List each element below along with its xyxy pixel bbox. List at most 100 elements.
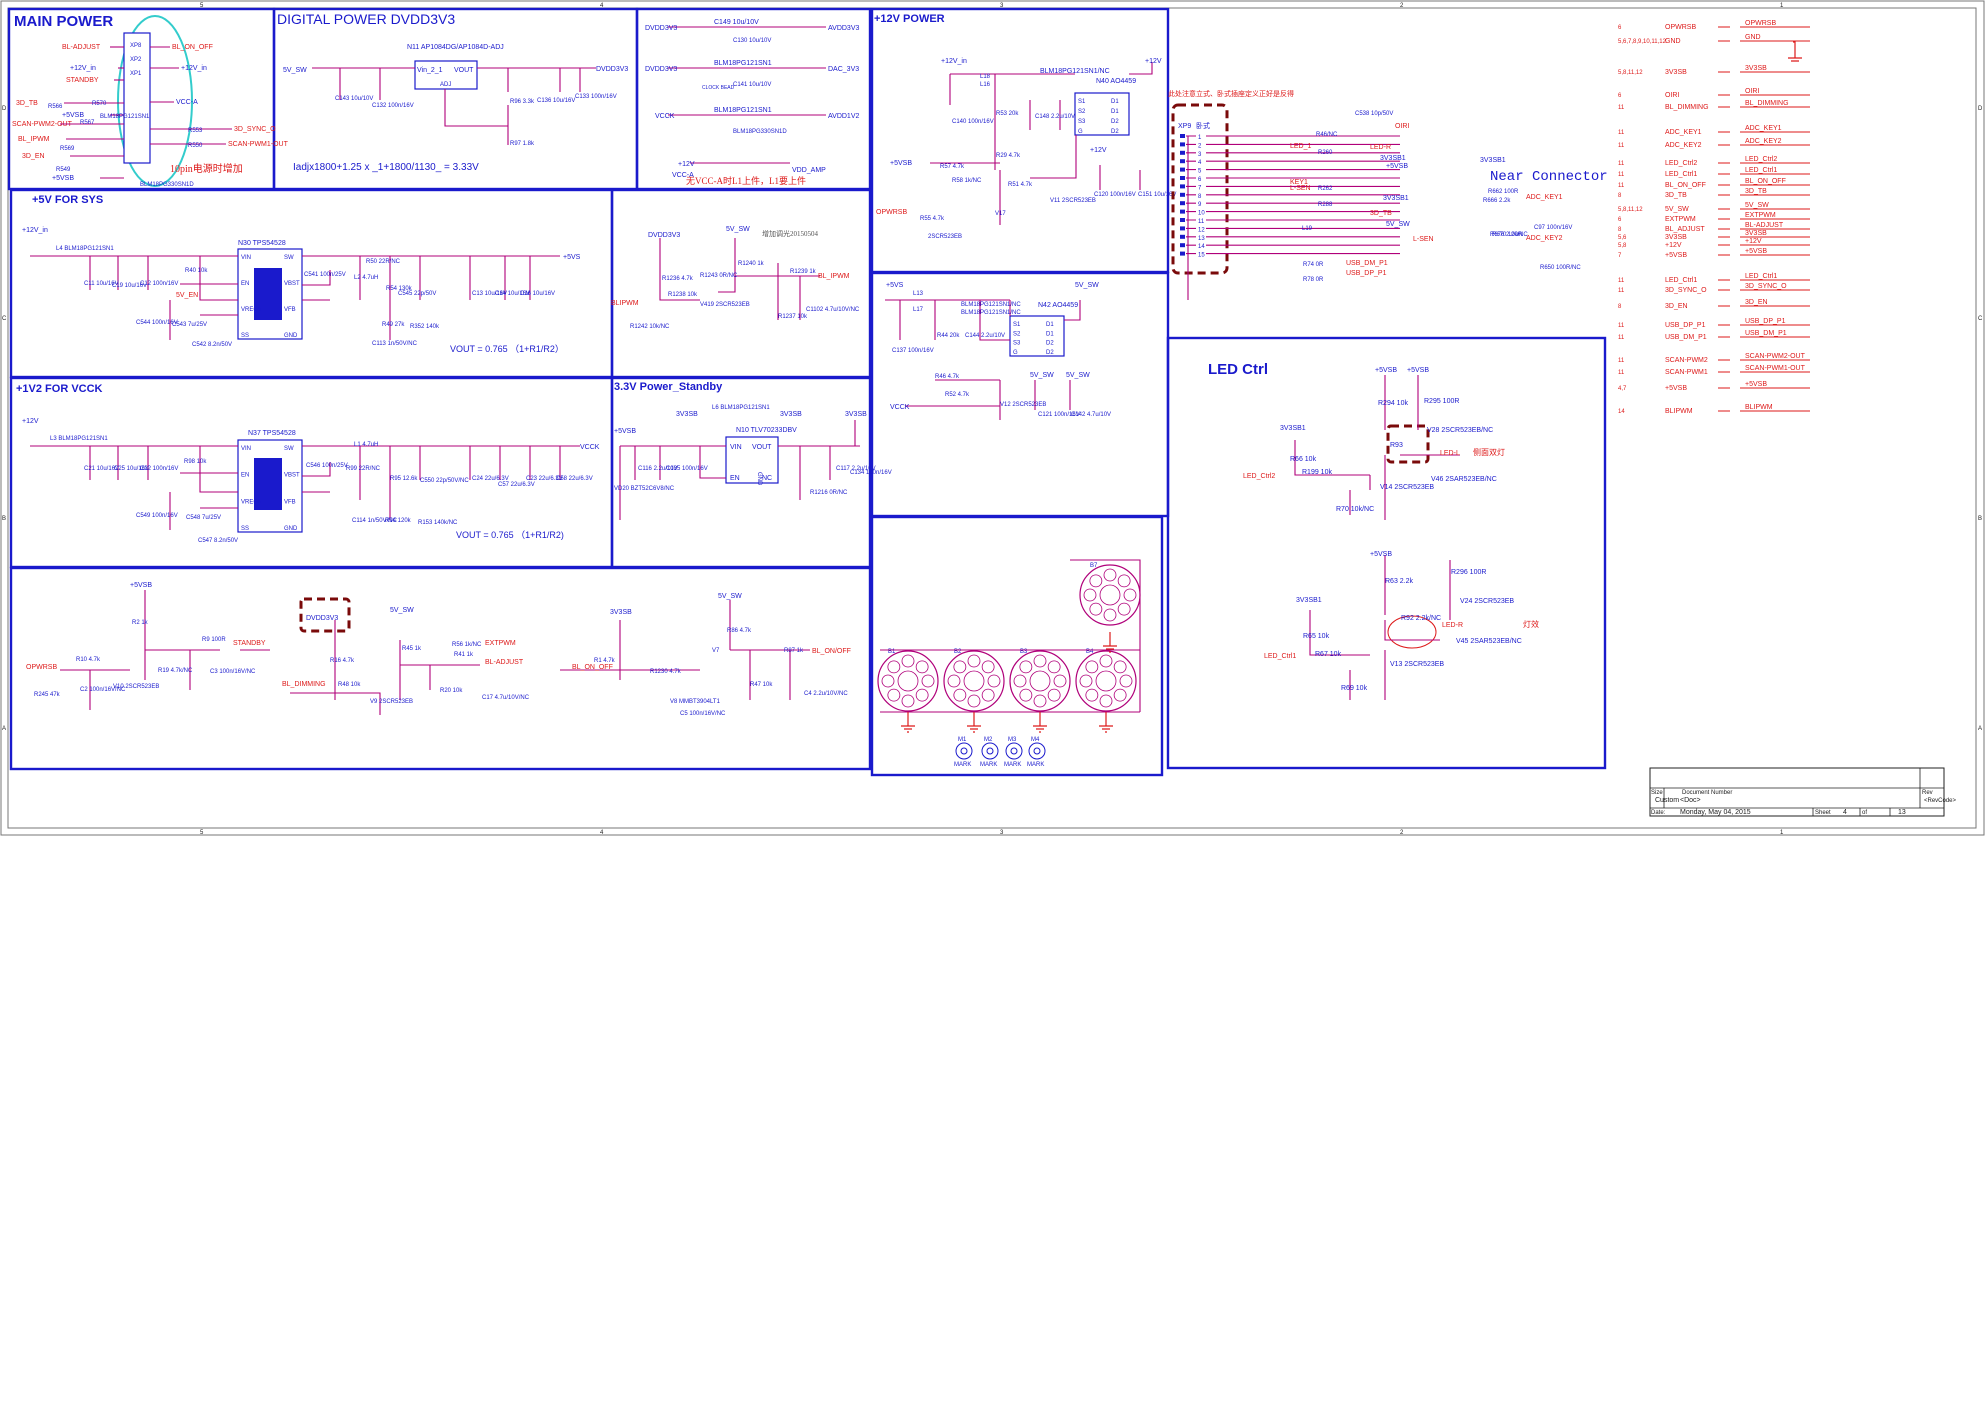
port-pin: 6 xyxy=(1618,93,1622,99)
xp9-part: R78 0R xyxy=(1303,277,1324,283)
xp9-net: 3D_TB xyxy=(1370,210,1392,217)
f-dvdd: DVDD3V3 xyxy=(645,25,677,32)
mark-ref: M1 xyxy=(958,737,967,743)
mark-ref: M2 xyxy=(984,737,993,743)
led-part: V28 2SCR523EB/NC xyxy=(1427,427,1493,434)
ic-pin: SW xyxy=(284,446,294,452)
r1237: R1237 10k xyxy=(778,314,808,320)
ic-pin: SW xyxy=(284,255,294,261)
border-row-right: C xyxy=(1978,316,1983,322)
mp-connector-ref: XP1 xyxy=(130,71,142,77)
main-connector xyxy=(123,32,151,164)
mp-part: R566 xyxy=(48,104,63,110)
mp-net-right: +12V_in xyxy=(181,65,207,72)
p1v2-block: N37 TPS54528 VIN EN VREG5 SS SW VBST VFB GND +1… xyxy=(22,418,600,540)
part-label: C547 8.2n/50V xyxy=(198,538,238,544)
part-label: C549 100n/16V xyxy=(136,513,178,519)
xp9-pin: 10 xyxy=(1198,211,1205,217)
r1242: R1242 10k/NC xyxy=(630,324,670,330)
dp-in-net: 5V_SW xyxy=(283,67,307,74)
tb-sheet: 4 xyxy=(1843,809,1847,816)
r58: R58 1k/NC xyxy=(952,178,982,184)
port-pin: 11 xyxy=(1618,143,1625,149)
ic-pin: VBST xyxy=(284,473,300,479)
xp9-net: USB_DP_P1 xyxy=(1346,270,1387,277)
port-net: GND xyxy=(1745,34,1761,41)
port-name: 5V_SW xyxy=(1665,206,1689,213)
port-name: 3D_EN xyxy=(1665,303,1688,310)
port-net: EXTPWM xyxy=(1745,212,1776,219)
mp-net-right: BL_ON_OFF xyxy=(172,44,213,51)
xp9-part: R670 100R xyxy=(1492,232,1523,238)
vcck-5vsw-c: 5V_SW xyxy=(1066,372,1090,379)
ic-pin: VREG5 xyxy=(241,307,262,313)
c136: C136 10u/16V xyxy=(537,98,575,104)
part-labels: R2 1kR10 4.7kR245 47kC2 100n/16V/NCV10 2… xyxy=(34,620,848,717)
ap1084-label: N11 AP1084DG/AP1084D-ADJ xyxy=(407,44,504,51)
port-list: 6 OPWRSBOPWRSB5,6,7,8,9,10,11,12 GNDGND5,8… xyxy=(1618,20,1810,415)
part-label: C546 100n/25V xyxy=(306,463,348,469)
port-net: BL_DIMMING xyxy=(1745,100,1789,107)
port-net: 3V3SB xyxy=(1745,230,1767,237)
port-net: BL_ON_OFF xyxy=(1745,178,1786,185)
mp-net-right: VCC-A xyxy=(176,99,198,106)
part-label: R352 140k xyxy=(410,324,440,330)
xp9-net: OIRI xyxy=(1395,123,1409,130)
port-name: BL_ON_OFF xyxy=(1665,182,1706,189)
port-name: LED_Ctrl1 xyxy=(1665,171,1697,178)
led-part: R65 10k xyxy=(1303,633,1330,640)
tb-size-label: Size xyxy=(1651,790,1663,796)
p33-title: 3.3V Power_Standby xyxy=(614,381,723,393)
port-name: SCAN-PWM1 xyxy=(1665,369,1708,376)
port-pin: 5,8,11,12 xyxy=(1618,207,1643,213)
port-pin: 11 xyxy=(1618,288,1625,294)
ap1084-pin-adj: ADJ xyxy=(440,82,451,88)
led-l: LED-L xyxy=(1440,450,1460,457)
port-pin: 8 xyxy=(1618,227,1622,233)
r55: R55 4.7k xyxy=(920,216,945,222)
n40-label: N40 AO4459 xyxy=(1096,78,1136,85)
led-part: R294 10k xyxy=(1378,400,1408,407)
port-net: BLIPWM xyxy=(1745,404,1773,411)
bl-3v3sb: 3V3SB xyxy=(610,609,632,616)
ic-pin: D1 xyxy=(1046,331,1054,337)
port-pin: 11 xyxy=(1618,105,1625,111)
title-block: Size Custom Document Number <Doc> Rev <R… xyxy=(1649,767,1957,817)
c1102: C1102 4.7u/10V/NC xyxy=(806,307,860,313)
part-label: V12 2SCR523EB xyxy=(1000,402,1046,408)
outer-border xyxy=(0,0,1985,836)
mp-net-left: STANDBY xyxy=(66,77,99,84)
mp-net-left: BL-ADJUST xyxy=(62,44,101,51)
port-name: 3V3SB xyxy=(1665,69,1687,76)
p1v2-out: VCCK xyxy=(580,444,600,451)
led-part: V13 2SCR523EB xyxy=(1390,661,1444,668)
p12v-box xyxy=(870,7,1170,274)
xp9-pin: 1 xyxy=(1198,135,1202,141)
ic-pin: D2 xyxy=(1046,341,1054,347)
mark-text: MARK xyxy=(954,762,971,768)
part-label: C550 22p/50V/NC xyxy=(420,478,469,484)
part-label: C542 8.2n/50V xyxy=(192,342,232,348)
p12v-bead: BLM18PG121SN1/NC xyxy=(1040,68,1110,75)
p1v2-title: +1V2 FOR VCCK xyxy=(16,383,103,395)
port-net: OPWRSB xyxy=(1745,20,1776,27)
port-pin: 5,8,11,12 xyxy=(1618,70,1643,76)
f-vddamp: VDD_AMP xyxy=(792,167,826,174)
c140: C140 100n/16V xyxy=(952,119,994,125)
n10-vin: VIN xyxy=(730,444,742,451)
main-power-block: BL-ADJUST +12V_in STANDBY 3D_TB +5VSB SCAN-PW… xyxy=(12,15,289,188)
f-dac: DAC_3V3 xyxy=(828,66,859,73)
part-label: BLM18PG121SN1/NC xyxy=(961,310,1021,316)
clock-bead: CLOCK BEAD xyxy=(702,85,735,91)
port-name: BL_ADJUST xyxy=(1665,226,1705,233)
p5v-en: 5V_EN xyxy=(176,292,198,299)
bl-dimming: BL_DIMMING xyxy=(282,681,326,688)
part-label: R153 140k/NC xyxy=(418,520,458,526)
dp-out-net: DVDD3V3 xyxy=(596,66,628,73)
part-label: R46 4.7k xyxy=(935,374,960,380)
ic-pin: D2 xyxy=(1111,119,1119,125)
border-row-left: A xyxy=(2,726,6,732)
n10-en: EN xyxy=(730,475,740,482)
part-label: L1 4.7uH xyxy=(354,442,378,448)
vcck-5vs: +5VS xyxy=(886,282,904,289)
